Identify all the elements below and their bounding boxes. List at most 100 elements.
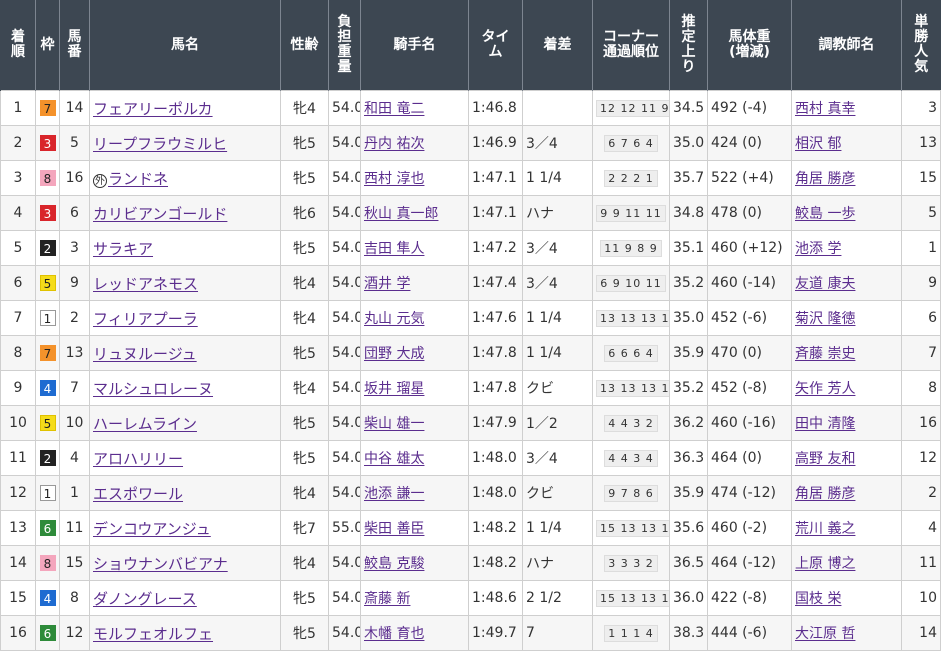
horse-name-cell: カリビアンゴールド bbox=[89, 195, 281, 231]
horse-name-cell: 外ランドネ bbox=[89, 160, 281, 196]
header-trainer[interactable]: 調教師名 bbox=[791, 0, 902, 91]
corner-positions: 6 9 10 11 bbox=[596, 274, 666, 292]
trainer-link[interactable]: 相沢 郁 bbox=[795, 136, 841, 152]
horse-name-link[interactable]: アロハリリー bbox=[93, 450, 183, 468]
umaban-cell: 11 bbox=[59, 510, 90, 546]
jockey-link[interactable]: 西村 淳也 bbox=[364, 171, 424, 187]
waku-cell: 7 bbox=[35, 335, 60, 371]
race-results-table: 着順 枠 馬番 馬名 性齢 負担重量 騎手名 タイム 着差 コーナー通過順位 推… bbox=[0, 0, 941, 651]
header-rank[interactable]: 着順 bbox=[0, 0, 36, 91]
time-cell: 1:48.2 bbox=[468, 510, 523, 546]
horse-name-link[interactable]: リュヌルージュ bbox=[93, 345, 197, 363]
jockey-link[interactable]: 坂井 瑠星 bbox=[364, 381, 424, 397]
corner-positions: 1 1 1 4 bbox=[604, 624, 658, 642]
trainer-link[interactable]: 大江原 哲 bbox=[795, 626, 855, 642]
horse-name-link[interactable]: ショウナンバビアナ bbox=[93, 555, 228, 573]
jockey-link[interactable]: 酒井 学 bbox=[364, 276, 410, 292]
horse-name-link[interactable]: モルフェオルフェ bbox=[93, 625, 213, 643]
header-jockey[interactable]: 騎手名 bbox=[360, 0, 469, 91]
jockey-link[interactable]: 吉田 隼人 bbox=[364, 241, 424, 257]
horse-name-link[interactable]: レッドアネモス bbox=[93, 275, 198, 293]
last3f-cell: 35.9 bbox=[669, 475, 708, 511]
jockey-link[interactable]: 柴田 善臣 bbox=[364, 521, 424, 537]
body-weight-cell: 460 (-14) bbox=[707, 265, 792, 301]
weight-carried-cell: 54.0 bbox=[328, 370, 361, 406]
last3f-cell: 35.2 bbox=[669, 265, 708, 301]
trainer-link[interactable]: 田中 清隆 bbox=[795, 416, 855, 432]
rank-cell: 4 bbox=[0, 195, 36, 231]
trainer-link[interactable]: 高野 友和 bbox=[795, 451, 855, 467]
sex-age-cell: 牝5 bbox=[280, 160, 329, 196]
umaban-cell: 14 bbox=[59, 90, 90, 126]
trainer-link[interactable]: 斉藤 崇史 bbox=[795, 346, 855, 362]
trainer-link[interactable]: 菊沢 隆徳 bbox=[795, 311, 855, 327]
trainer-link[interactable]: 西村 真幸 bbox=[795, 101, 855, 117]
horse-name-link[interactable]: デンコウアンジュ bbox=[93, 520, 211, 538]
jockey-link[interactable]: 和田 竜二 bbox=[364, 101, 424, 117]
horse-name-link[interactable]: フェアリーポルカ bbox=[93, 100, 213, 118]
rank-cell: 11 bbox=[0, 440, 36, 476]
header-waku[interactable]: 枠 bbox=[35, 0, 60, 91]
corner-positions: 15 13 13 14 bbox=[596, 519, 669, 537]
header-umaban[interactable]: 馬番 bbox=[59, 0, 90, 91]
horse-name-link[interactable]: リープフラウミルヒ bbox=[93, 135, 227, 153]
jockey-link[interactable]: 鮫島 克駿 bbox=[364, 556, 424, 572]
trainer-link[interactable]: 友道 康夫 bbox=[795, 276, 855, 292]
trainer-link[interactable]: 角居 勝彦 bbox=[795, 171, 855, 187]
horse-name-link[interactable]: フィリアプーラ bbox=[93, 310, 198, 328]
rank-cell: 8 bbox=[0, 335, 36, 371]
jockey-link[interactable]: 中谷 雄太 bbox=[364, 451, 424, 467]
popularity-cell: 11 bbox=[901, 545, 941, 581]
umaban-cell: 2 bbox=[59, 300, 90, 336]
trainer-cell: 角居 勝彦 bbox=[791, 475, 902, 511]
horse-name-link[interactable]: カリビアンゴールド bbox=[93, 205, 227, 223]
jockey-link[interactable]: 池添 謙一 bbox=[364, 486, 424, 502]
jockey-link[interactable]: 秋山 真一郎 bbox=[364, 206, 438, 222]
header-weight-carried[interactable]: 負担重量 bbox=[328, 0, 361, 91]
jockey-link[interactable]: 丸山 元気 bbox=[364, 311, 424, 327]
header-sex-age[interactable]: 性齢 bbox=[280, 0, 329, 91]
trainer-link[interactable]: 国枝 栄 bbox=[795, 591, 841, 607]
waku-cell: 2 bbox=[35, 440, 60, 476]
waku-badge: 8 bbox=[39, 554, 56, 571]
header-horse[interactable]: 馬名 bbox=[89, 0, 281, 91]
last3f-cell: 35.0 bbox=[669, 300, 708, 336]
header-time[interactable]: タイム bbox=[468, 0, 523, 91]
header-corner[interactable]: コーナー通過順位 bbox=[592, 0, 670, 91]
jockey-link[interactable]: 柴山 雄一 bbox=[364, 416, 424, 432]
time-cell: 1:48.0 bbox=[468, 440, 523, 476]
jockey-link[interactable]: 斎藤 新 bbox=[364, 591, 410, 607]
umaban-cell: 16 bbox=[59, 160, 90, 196]
horse-name-link[interactable]: マルシュロレーヌ bbox=[93, 380, 213, 398]
weight-carried-cell: 55.0 bbox=[328, 510, 361, 546]
header-last3f[interactable]: 推定上り bbox=[669, 0, 708, 91]
horse-name-link[interactable]: ダノングレース bbox=[93, 590, 197, 608]
popularity-cell: 9 bbox=[901, 265, 941, 301]
popularity-cell: 8 bbox=[901, 370, 941, 406]
header-popularity[interactable]: 単勝人気 bbox=[901, 0, 941, 91]
trainer-link[interactable]: 荒川 義之 bbox=[795, 521, 855, 537]
header-body-weight[interactable]: 馬体重(増減) bbox=[707, 0, 792, 91]
jockey-link[interactable]: 団野 大成 bbox=[364, 346, 424, 362]
weight-carried-cell: 54.0 bbox=[328, 440, 361, 476]
body-weight-cell: 464 (-12) bbox=[707, 545, 792, 581]
horse-name-link[interactable]: サラキア bbox=[93, 240, 153, 258]
trainer-link[interactable]: 池添 学 bbox=[795, 241, 841, 257]
horse-name-cell: ハーレムライン bbox=[89, 405, 281, 441]
horse-name-link[interactable]: ハーレムライン bbox=[93, 415, 197, 433]
trainer-link[interactable]: 矢作 芳人 bbox=[795, 381, 855, 397]
umaban-cell: 10 bbox=[59, 405, 90, 441]
trainer-link[interactable]: 鮫島 一歩 bbox=[795, 206, 855, 222]
jockey-link[interactable]: 丹内 祐次 bbox=[364, 136, 424, 152]
jockey-cell: 西村 淳也 bbox=[360, 160, 469, 196]
horse-name-cell: マルシュロレーヌ bbox=[89, 370, 281, 406]
horse-name-link[interactable]: エスポワール bbox=[93, 485, 183, 503]
waku-cell: 3 bbox=[35, 195, 60, 231]
trainer-link[interactable]: 上原 博之 bbox=[795, 556, 855, 572]
header-margin[interactable]: 着差 bbox=[522, 0, 593, 91]
body-weight-cell: 452 (-8) bbox=[707, 370, 792, 406]
weight-carried-cell: 54.0 bbox=[328, 300, 361, 336]
jockey-link[interactable]: 木幡 育也 bbox=[364, 626, 424, 642]
trainer-link[interactable]: 角居 勝彦 bbox=[795, 486, 855, 502]
horse-name-link[interactable]: ランドネ bbox=[108, 170, 168, 188]
